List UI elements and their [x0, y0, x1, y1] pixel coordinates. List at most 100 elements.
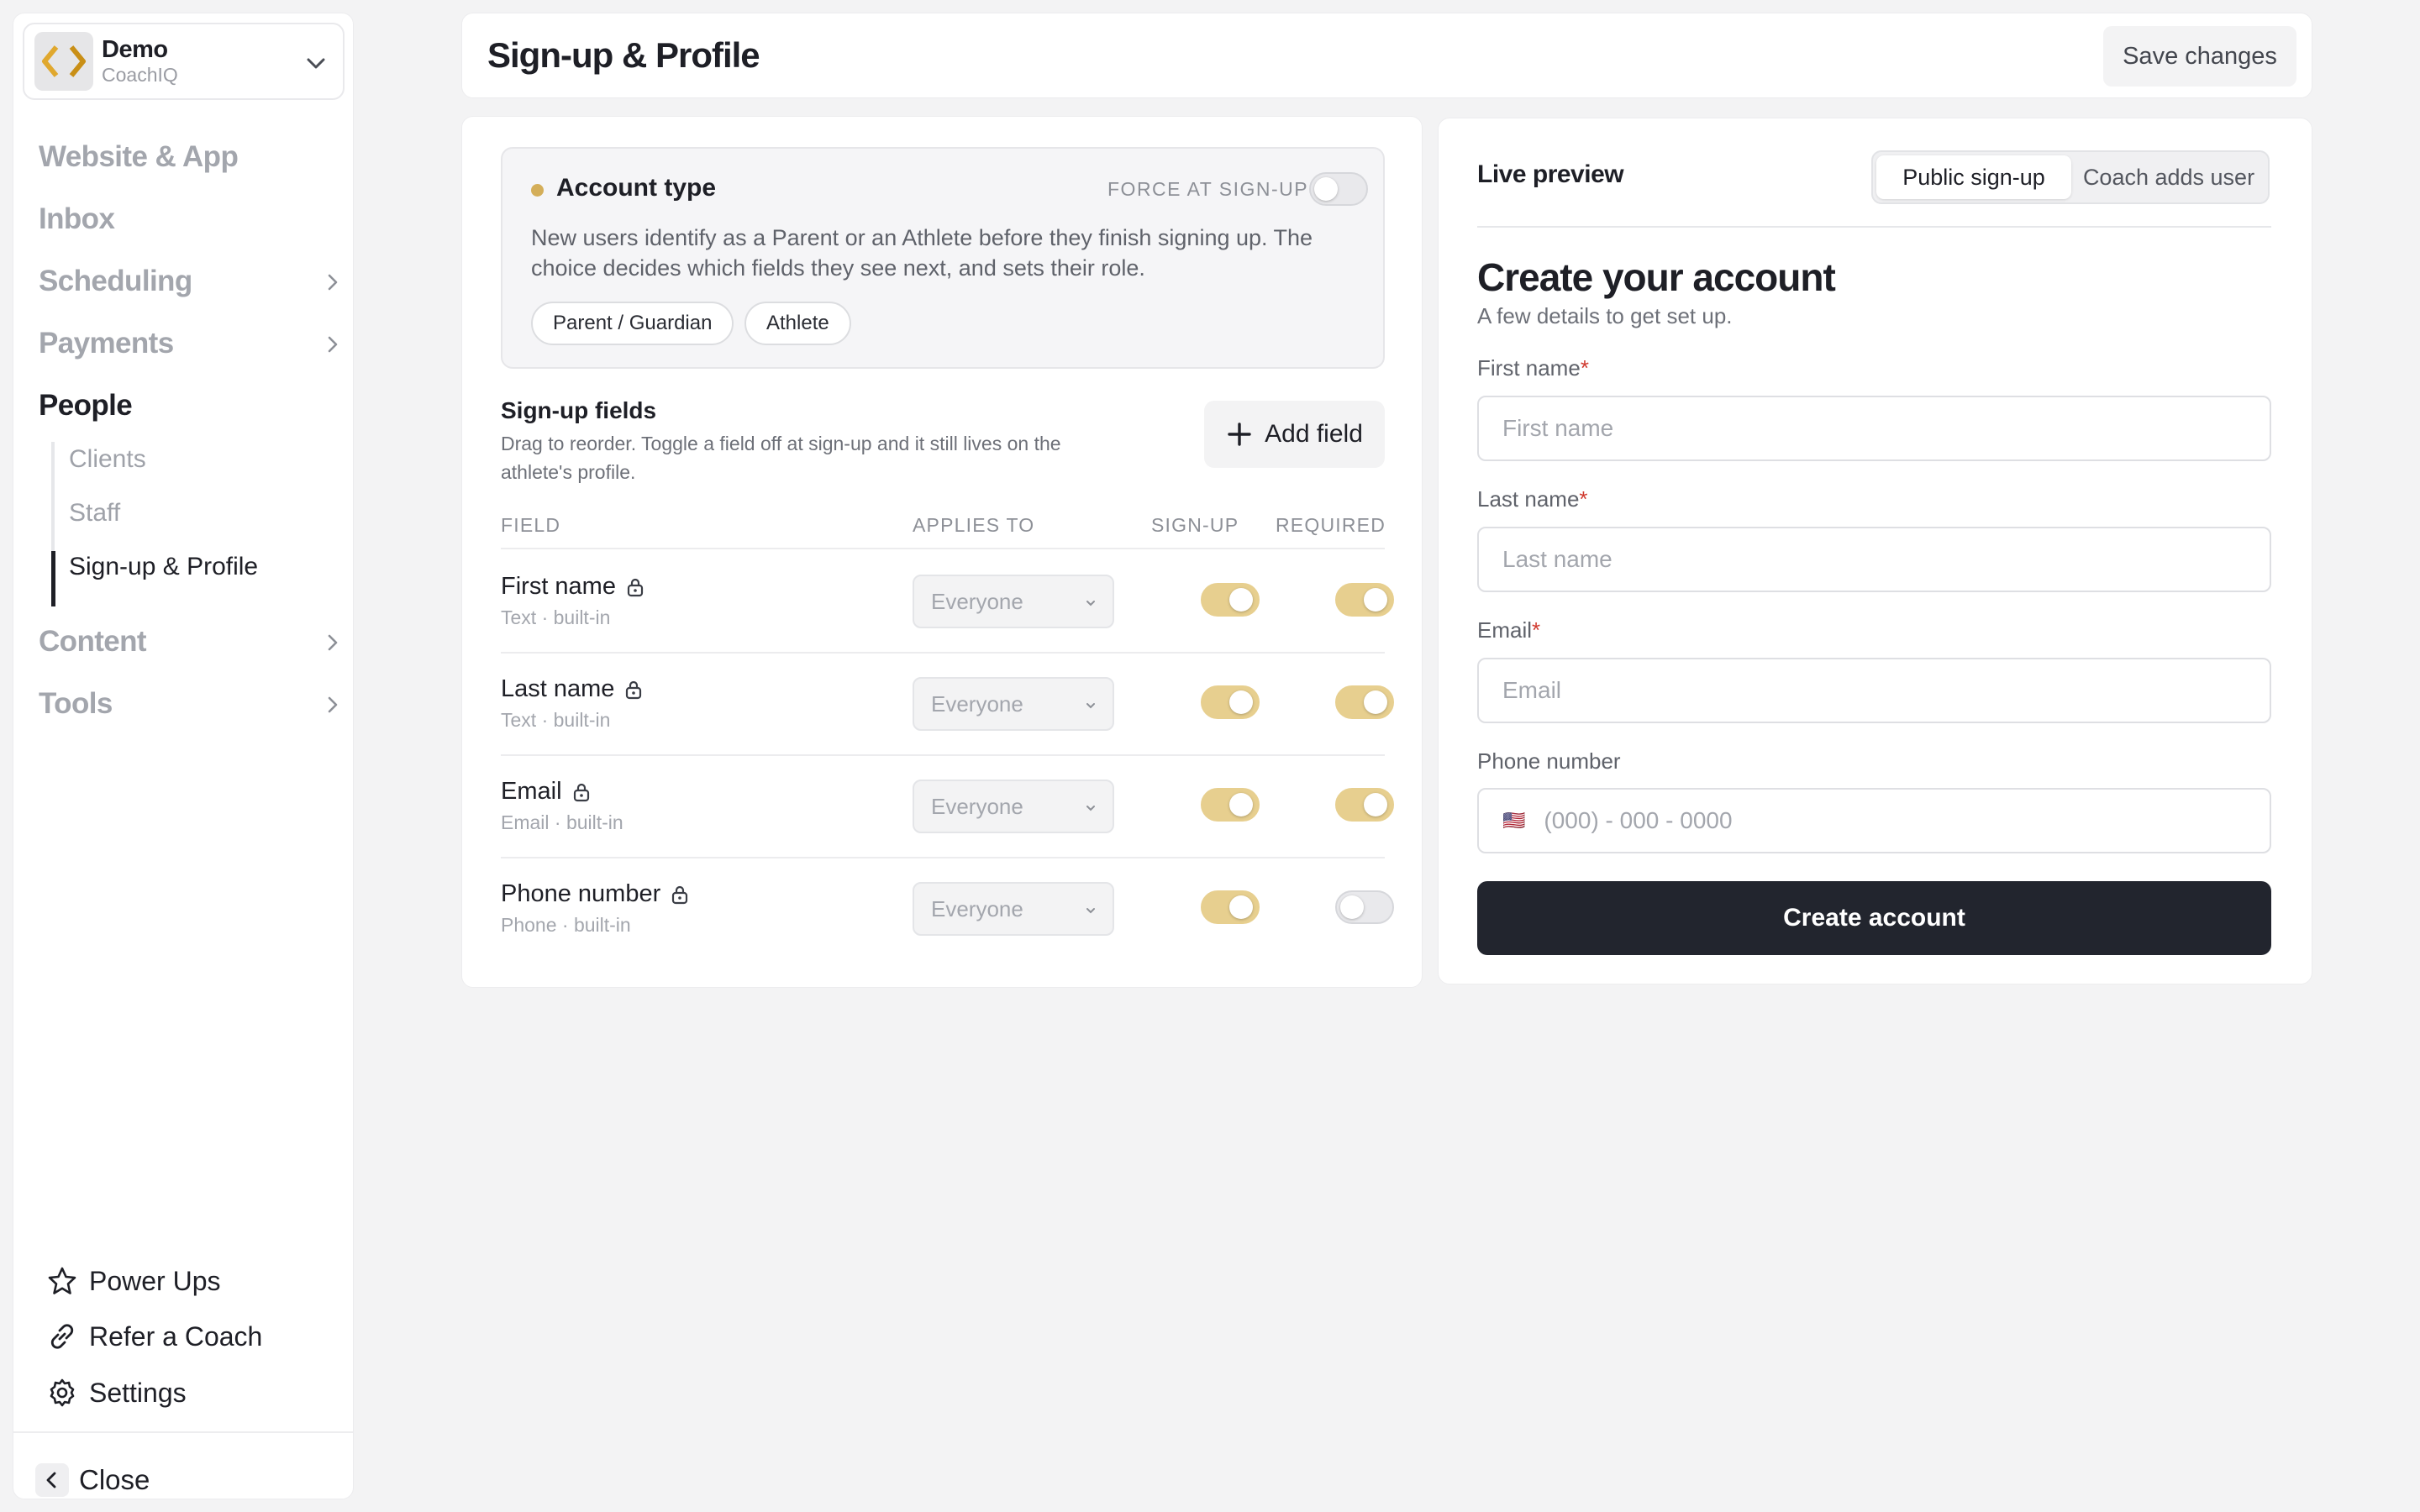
field-type: Phone · built-in	[501, 914, 631, 936]
applies-to-select[interactable]: Everyone	[913, 575, 1114, 628]
required-toggle[interactable]	[1335, 788, 1394, 822]
account-type-panel: Account type FORCE AT SIGN-UP New users …	[501, 147, 1385, 369]
preview-divider	[1477, 226, 2271, 228]
required-marker: *	[1532, 617, 1541, 643]
nav-label: Inbox	[39, 202, 115, 235]
add-field-button[interactable]: Add field	[1204, 401, 1385, 468]
plus-icon	[1226, 421, 1265, 448]
nav-inbox[interactable]: Inbox	[39, 196, 341, 243]
close-sidebar-button[interactable]: Close	[35, 1461, 150, 1499]
tab-coach-adds-user[interactable]: Coach adds user	[2071, 155, 2266, 199]
form-title: Create your account	[1477, 255, 1836, 299]
signup-toggle[interactable]	[1201, 788, 1260, 822]
field-name: Phone number	[501, 880, 689, 908]
chevron-left-icon	[35, 1463, 69, 1497]
chevron-down-icon	[1084, 801, 1097, 815]
link-icon	[47, 1321, 77, 1352]
signup-settings-card: Account type FORCE AT SIGN-UP New users …	[461, 116, 1423, 988]
preview-mode-toggle: Public sign-up Coach adds user	[1871, 150, 2270, 204]
email-field[interactable]: Email	[1477, 658, 2271, 723]
us-flag-icon: 🇺🇸	[1502, 810, 1526, 831]
toggle-knob	[1229, 895, 1253, 919]
option-athlete[interactable]: Athlete	[744, 302, 851, 345]
field-name: Last name	[501, 675, 643, 703]
tab-public-signup[interactable]: Public sign-up	[1876, 155, 2071, 199]
nav-people[interactable]: People	[39, 382, 341, 429]
column-header-required: REQUIRED	[1276, 514, 1386, 536]
required-toggle[interactable]	[1335, 583, 1394, 617]
add-field-label: Add field	[1265, 420, 1363, 448]
applies-to-value: Everyone	[931, 793, 1023, 819]
last-name-field[interactable]: Last name	[1477, 527, 2271, 592]
applies-to-value: Everyone	[931, 895, 1023, 921]
page-header: Sign-up & Profile Save changes	[461, 13, 2312, 98]
last-name-label: Last name*	[1477, 486, 1588, 512]
lock-icon	[671, 885, 689, 905]
applies-to-select[interactable]: Everyone	[913, 780, 1114, 833]
signup-toggle[interactable]	[1201, 890, 1260, 924]
placeholder: (000) - 000 - 0000	[1544, 807, 1733, 833]
signup-fields-title: Sign-up fields	[501, 397, 657, 423]
nav-label: Refer a Coach	[89, 1320, 263, 1352]
sub-item-clients[interactable]: Clients	[69, 438, 146, 480]
nav-payments[interactable]: Payments	[39, 320, 341, 367]
chevron-down-icon	[1084, 596, 1097, 610]
field-name-label: Phone number	[501, 880, 661, 907]
table-row[interactable]: Phone number Phone · built-in Everyone	[501, 857, 1394, 959]
gear-icon	[47, 1378, 77, 1408]
applies-to-select[interactable]: Everyone	[913, 677, 1114, 731]
force-at-signup-toggle[interactable]	[1309, 172, 1368, 206]
applies-to-select[interactable]: Everyone	[913, 882, 1114, 936]
nav-label: People	[39, 389, 133, 422]
page-title: Sign-up & Profile	[487, 35, 760, 75]
create-account-button[interactable]: Create account	[1477, 881, 2271, 955]
star-icon	[47, 1266, 77, 1296]
sub-item-signup-profile[interactable]: Sign-up & Profile	[69, 546, 258, 588]
toggle-knob	[1340, 895, 1364, 919]
phone-field[interactable]: 🇺🇸 (000) - 000 - 0000	[1477, 788, 2271, 853]
required-toggle[interactable]	[1335, 685, 1394, 719]
table-row[interactable]: Email Email · built-in Everyone	[501, 754, 1394, 857]
nav-content[interactable]: Content	[39, 618, 341, 665]
first-name-field[interactable]: First name	[1477, 396, 2271, 461]
nav-refer-coach[interactable]: Refer a Coach	[47, 1315, 262, 1357]
table-row[interactable]: Last name Text · built-in Everyone	[501, 652, 1394, 754]
sidebar-divider	[13, 1431, 353, 1433]
nav-label: Payments	[39, 327, 174, 360]
toggle-knob	[1364, 793, 1387, 816]
signup-fields-description: Drag to reorder. Toggle a field off at s…	[501, 433, 1061, 483]
account-type-description: New users identify as a Parent or an Ath…	[531, 225, 1313, 281]
status-dot	[531, 184, 544, 197]
option-parent-guardian[interactable]: Parent / Guardian	[531, 302, 734, 345]
signup-toggle[interactable]	[1201, 685, 1260, 719]
nav-label: Power Ups	[89, 1265, 221, 1296]
live-preview-title: Live preview	[1477, 160, 1624, 188]
toggle-knob	[1314, 177, 1338, 201]
table-row[interactable]: First name Text · built-in Everyone	[501, 549, 1394, 652]
sub-item-staff[interactable]: Staff	[69, 492, 120, 534]
label-text: Last name	[1477, 486, 1580, 512]
nav-scheduling[interactable]: Scheduling	[39, 258, 341, 305]
form-subtitle: A few details to get set up.	[1477, 303, 1733, 328]
account-type-title: Account type	[556, 174, 717, 202]
toggle-knob	[1229, 588, 1253, 612]
workspace-subtitle: CoachIQ	[102, 64, 178, 86]
chevron-down-icon	[304, 51, 328, 75]
phone-label: Phone number	[1477, 748, 1621, 774]
signup-toggle[interactable]	[1201, 583, 1260, 617]
nav-website-app[interactable]: Website & App	[39, 134, 341, 181]
nav-settings[interactable]: Settings	[47, 1372, 187, 1414]
save-changes-button[interactable]: Save changes	[2103, 26, 2296, 87]
nav-tools[interactable]: Tools	[39, 680, 341, 727]
required-toggle[interactable]	[1335, 890, 1394, 924]
required-marker: *	[1579, 486, 1588, 512]
field-name: First name	[501, 573, 644, 601]
field-type: Text · built-in	[501, 606, 611, 628]
toggle-knob	[1364, 690, 1387, 714]
required-marker: *	[1580, 355, 1589, 381]
nav-power-ups[interactable]: Power Ups	[47, 1260, 221, 1302]
label-text: First name	[1477, 355, 1581, 381]
workspace-switcher[interactable]: Demo CoachIQ	[23, 23, 345, 100]
field-type: Text · built-in	[501, 709, 611, 731]
chevron-right-icon	[324, 273, 341, 291]
